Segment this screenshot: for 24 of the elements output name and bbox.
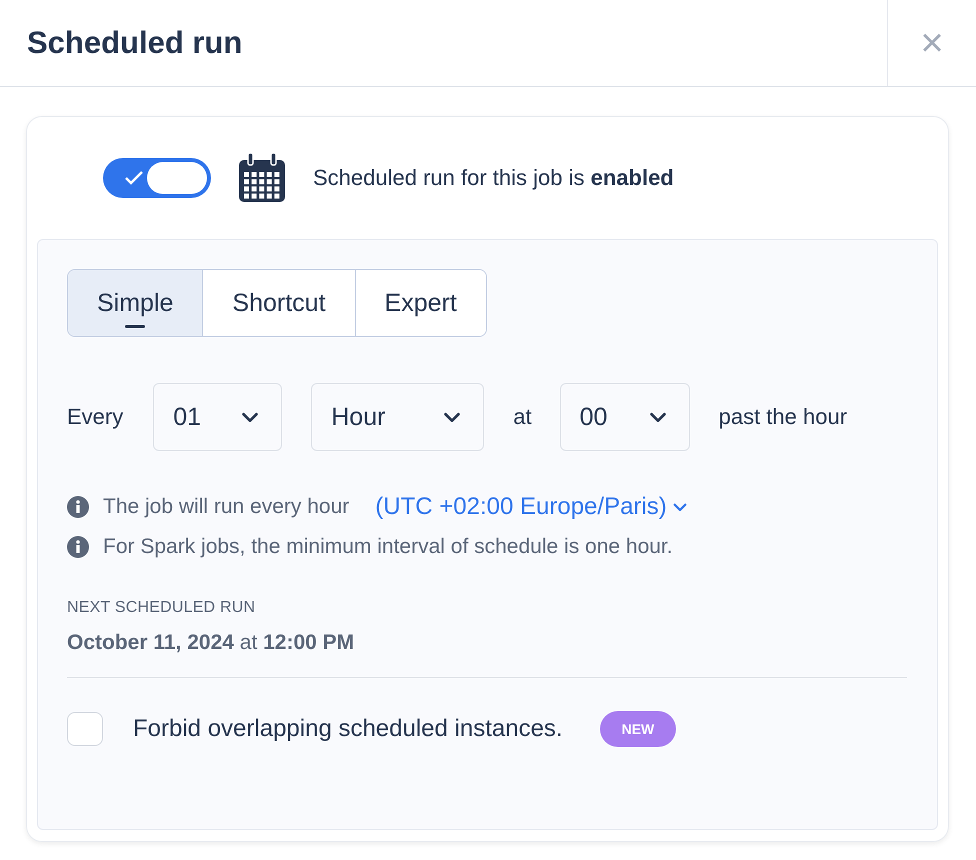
timezone-link[interactable]: (UTC +02:00 Europe/Paris) (375, 493, 689, 521)
enable-toggle[interactable] (103, 158, 211, 198)
minute-select[interactable]: 00 (560, 383, 690, 451)
new-badge: NEW (600, 711, 676, 747)
mode-tab[interactable]: Shortcut (202, 270, 355, 336)
info-text: For Spark jobs, the minimum interval of schedule is one hour. (103, 535, 673, 559)
info-icon (67, 536, 89, 558)
at-label: at (513, 404, 532, 430)
overlap-label: Forbid overlapping scheduled instances. (133, 715, 563, 743)
calendar-icon (237, 152, 287, 204)
next-run-label: NEXT SCHEDULED RUN (67, 599, 256, 617)
unit-select[interactable]: Hour (311, 383, 484, 451)
info-icon (67, 496, 89, 518)
overlap-checkbox[interactable] (67, 712, 103, 746)
mode-tab[interactable]: Simple (68, 270, 202, 336)
count-select[interactable]: 01 (153, 383, 282, 451)
every-label: Every (67, 404, 124, 430)
dialog-title: Scheduled run (26, 24, 244, 62)
info-text: The job will run every hour (103, 495, 350, 519)
next-run-value: October 11, 2024 at 12:00 PM (67, 631, 356, 655)
past-the-hour-label: past the hour (718, 404, 848, 430)
schedule-status-text: Scheduled run for this job is enabled (313, 165, 674, 191)
mode-tab[interactable]: Expert (354, 270, 486, 336)
check-icon (123, 169, 145, 187)
